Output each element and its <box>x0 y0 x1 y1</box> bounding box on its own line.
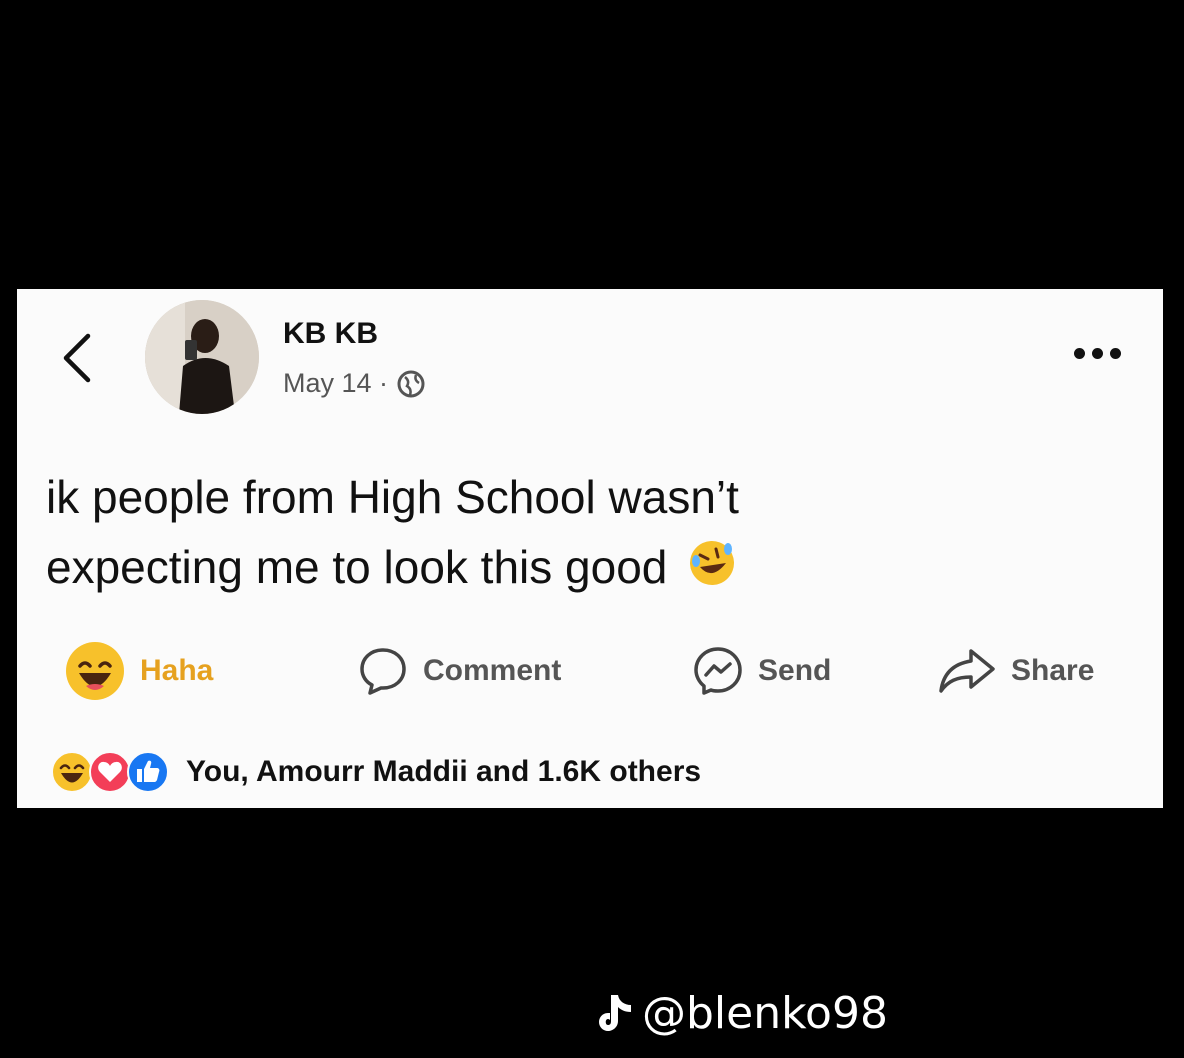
action-bar: Haha Comment Send Share <box>17 636 1163 706</box>
share-label: Share <box>1011 654 1095 687</box>
comment-bubble-icon <box>360 648 406 695</box>
post-text-line-1: ik people from High School wasn’t <box>46 471 739 523</box>
post-text-line-2: expecting me to look this good <box>46 541 668 593</box>
haha-button[interactable]: Haha <box>64 636 213 706</box>
post-text: ik people from High School wasn’t expect… <box>46 462 1046 602</box>
comment-label: Comment <box>423 654 562 687</box>
tiktok-note-icon <box>599 994 631 1031</box>
comment-button[interactable]: Comment <box>357 636 561 706</box>
author-name[interactable]: KB KB <box>283 317 378 351</box>
share-button[interactable]: Share <box>937 636 1094 706</box>
globe-icon <box>397 370 425 397</box>
avatar[interactable] <box>145 300 259 414</box>
share-arrow-icon <box>939 649 995 693</box>
reactions-text: You, Amourr Maddii and 1.6K others <box>186 755 702 788</box>
chevron-left-icon[interactable] <box>56 330 100 386</box>
watermark-handle: @blenko98 <box>642 988 888 1039</box>
send-label: Send <box>758 654 832 687</box>
post-meta: May 14 · <box>283 368 426 399</box>
send-button[interactable]: Send <box>692 636 831 706</box>
like-reaction-icon <box>127 751 169 793</box>
rofl-emoji-icon <box>690 541 735 585</box>
messenger-icon <box>694 647 742 695</box>
haha-label: Haha <box>140 654 214 687</box>
more-options-icon[interactable] <box>1074 348 1121 359</box>
tiktok-watermark: @blenko98 <box>596 988 888 1039</box>
reactions-summary[interactable]: You, Amourr Maddii and 1.6K others <box>50 748 701 796</box>
post-date[interactable]: May 14 · <box>283 368 388 399</box>
haha-reaction-icon <box>66 642 124 700</box>
reaction-icons <box>50 750 170 794</box>
